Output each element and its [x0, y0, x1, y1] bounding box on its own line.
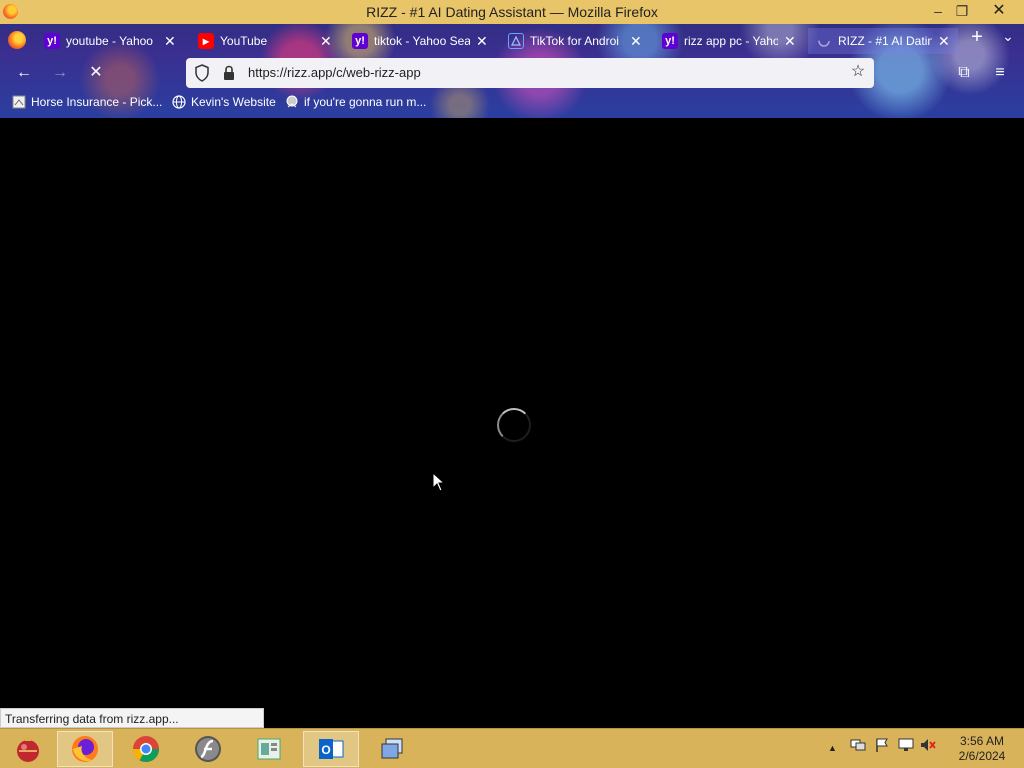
globe-icon — [172, 95, 186, 109]
tab-close-icon[interactable]: ✕ — [164, 33, 176, 50]
back-button[interactable]: ← — [12, 62, 36, 84]
restore-button[interactable]: ❐ — [946, 0, 978, 22]
mouse-pointer-icon — [432, 472, 446, 492]
taskbar-flash-icon[interactable] — [180, 731, 236, 767]
menu-icon[interactable]: ≡ — [988, 62, 1012, 84]
bookmarks-bar: Horse Insurance - Pick... Kevin's Websit… — [0, 90, 1024, 118]
tab-close-icon[interactable]: ✕ — [784, 33, 796, 50]
tab-label: youtube - Yahoo — [66, 34, 153, 48]
tiktok-icon — [508, 33, 524, 49]
window-title: RIZZ - #1 AI Dating Assistant — Mozilla … — [366, 4, 658, 20]
new-tab-button[interactable]: + — [966, 26, 988, 49]
tab-tiktok-android[interactable]: TikTok for Androi ✕ — [500, 28, 650, 54]
clock-date: 2/6/2024 — [958, 749, 1006, 763]
bookmark-label: Horse Insurance - Pick... — [31, 95, 163, 109]
loading-icon — [816, 33, 832, 49]
svg-text:O: O — [321, 743, 330, 757]
tab-label: tiktok - Yahoo Sear — [374, 34, 470, 48]
tab-rizz-active[interactable]: RIZZ - #1 AI Dating ✕ — [808, 28, 958, 54]
tab-youtube[interactable]: ▶ YouTube ✕ — [190, 28, 340, 54]
tab-strip: y! youtube - Yahoo ✕ ▶ YouTube ✕ y! tikt… — [0, 24, 1024, 56]
taskbar-outlook-icon[interactable]: O — [303, 731, 359, 767]
tab-label: TikTok for Androi — [530, 34, 619, 48]
bookmark-kevins-website[interactable]: Kevin's Website — [172, 95, 276, 109]
tracking-protection-icon[interactable] — [194, 64, 210, 82]
taskbar-files-icon[interactable] — [241, 731, 297, 767]
close-window-button[interactable]: ✕ — [982, 0, 1016, 22]
taskbar-chrome-icon[interactable] — [118, 731, 174, 767]
screen: RIZZ - #1 AI Dating Assistant — Mozilla … — [0, 0, 1024, 768]
bookmark-star-icon[interactable]: ☆ — [848, 62, 868, 82]
title-bar: RIZZ - #1 AI Dating Assistant — Mozilla … — [0, 0, 1024, 24]
list-all-tabs-button[interactable]: ⌄ — [998, 28, 1018, 45]
yahoo-icon: y! — [352, 33, 368, 49]
yahoo-icon: y! — [662, 33, 678, 49]
bookmark-label: if you're gonna run m... — [304, 95, 427, 109]
page-content — [0, 118, 1024, 728]
clock-time: 3:56 AM — [959, 734, 1005, 748]
navigation-bar: ← → ✕ https://rizz.app/c/web-rizz-app ☆ … — [0, 56, 1024, 90]
stop-loading-button[interactable]: ✕ — [84, 62, 108, 84]
tab-label: YouTube — [220, 34, 268, 48]
tab-youtube-yahoo[interactable]: y! youtube - Yahoo ✕ — [36, 28, 184, 54]
taskbar-clock[interactable]: 3:56 AM 2/6/2024 — [952, 734, 1012, 764]
forward-button[interactable]: → — [48, 62, 72, 84]
yahoo-icon: y! — [44, 33, 60, 49]
bookmark-label: Kevin's Website — [191, 95, 276, 109]
status-bar: Transferring data from rizz.app... — [0, 708, 264, 728]
volume-muted-icon[interactable] — [920, 737, 936, 756]
youtube-icon: ▶ — [198, 33, 214, 49]
lock-icon[interactable] — [222, 64, 236, 82]
tab-close-icon[interactable]: ✕ — [476, 33, 488, 50]
taskbar-firefox-icon[interactable] — [57, 731, 113, 767]
badge-icon — [285, 95, 299, 109]
flag-icon[interactable] — [874, 737, 890, 756]
bookmark-horse-insurance[interactable]: Horse Insurance - Pick... — [12, 95, 162, 109]
taskbar: O ▲ 3:56 AM 2/6/2024 — [0, 728, 1024, 768]
tab-close-icon[interactable]: ✕ — [938, 33, 950, 50]
tab-label: RIZZ - #1 AI Dating — [838, 34, 932, 48]
extensions-icon[interactable]: ⧉ — [952, 62, 976, 84]
tab-tiktok-yahoo[interactable]: y! tiktok - Yahoo Sear ✕ — [344, 28, 496, 54]
display-icon[interactable] — [898, 737, 914, 756]
url-bar[interactable]: https://rizz.app/c/web-rizz-app ☆ — [186, 58, 874, 88]
bookmark-if-youre-gonna[interactable]: if you're gonna run m... — [285, 95, 426, 109]
taskbar-windows-icon[interactable] — [364, 731, 420, 767]
page-icon — [12, 95, 26, 109]
network-icon[interactable] — [850, 737, 866, 756]
start-ornament-icon[interactable] — [0, 731, 56, 767]
tab-label: rizz app pc - Yaho — [684, 34, 778, 48]
firefox-view-icon[interactable] — [8, 31, 26, 49]
tab-rizz-app-pc[interactable]: y! rizz app pc - Yaho ✕ — [654, 28, 804, 54]
tab-close-icon[interactable]: ✕ — [630, 33, 642, 50]
tray-chevron-icon[interactable]: ▲ — [828, 743, 837, 753]
browser-chrome: RIZZ - #1 AI Dating Assistant — Mozilla … — [0, 0, 1024, 118]
url-text[interactable]: https://rizz.app/c/web-rizz-app — [248, 65, 421, 80]
loading-spinner-icon — [497, 408, 531, 442]
tab-close-icon[interactable]: ✕ — [320, 33, 332, 50]
